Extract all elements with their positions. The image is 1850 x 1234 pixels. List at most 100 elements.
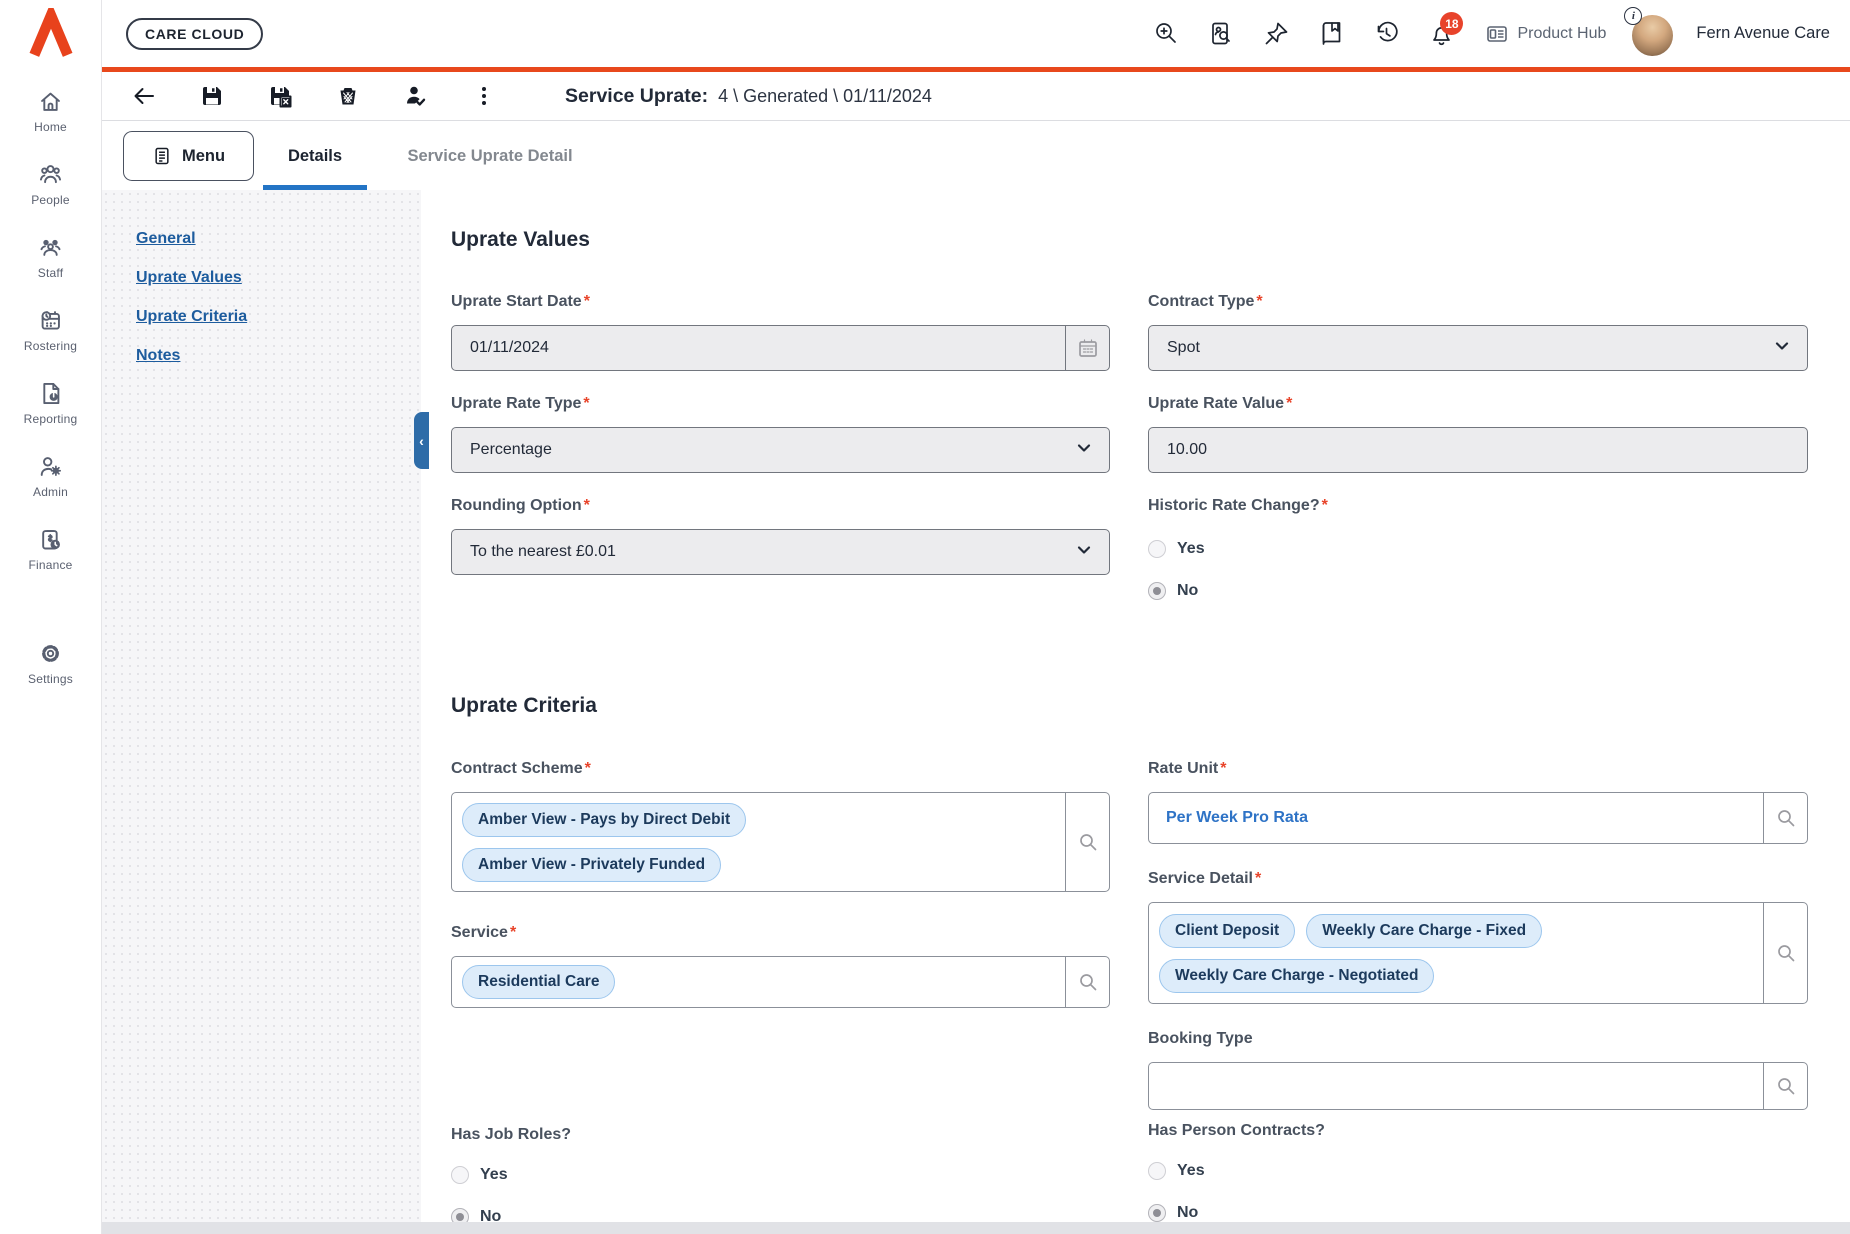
uprate-rate-value-input[interactable]: 10.00: [1148, 427, 1808, 473]
info-icon[interactable]: i: [1624, 7, 1642, 25]
bookmark-book-icon[interactable]: [1318, 20, 1345, 47]
rounding-option-label: Rounding Option*: [451, 497, 590, 515]
tab-service-uprate-detail[interactable]: Service Uprate Detail: [395, 122, 585, 190]
content-area: General Uprate Values Uprate Criteria No…: [102, 190, 1850, 1234]
service-detail-label: Service Detail*: [1148, 870, 1261, 888]
account-name[interactable]: Fern Avenue Care: [1696, 24, 1830, 43]
sidebar-item-finance[interactable]: Finance: [0, 526, 101, 572]
subnav-link-uprate-criteria[interactable]: Uprate Criteria: [136, 308, 247, 325]
has-job-roles-yes-option[interactable]: Yes: [451, 1166, 508, 1184]
booking-type-lookup[interactable]: [1148, 1062, 1808, 1110]
sidebar-item-label: Finance: [28, 558, 72, 572]
chip[interactable]: Weekly Care Charge - Fixed: [1306, 914, 1542, 948]
sidebar-item-people[interactable]: People: [0, 161, 101, 207]
radio-unselected[interactable]: [451, 1166, 469, 1184]
contract-scheme-chips: Amber View - Pays by Direct Debit Amber …: [452, 794, 800, 891]
sidebar-item-rostering[interactable]: Rostering: [0, 307, 101, 353]
lookup-search-button[interactable]: [1065, 957, 1109, 1007]
section-links: General Uprate Values Uprate Criteria No…: [136, 230, 247, 386]
zoom-in-icon[interactable]: [1153, 20, 1180, 47]
contract-type-label: Contract Type*: [1148, 293, 1263, 311]
radio-selected[interactable]: [1148, 1204, 1166, 1222]
section-subnav-panel: General Uprate Values Uprate Criteria No…: [102, 190, 421, 1234]
subnav-link-notes[interactable]: Notes: [136, 347, 180, 364]
reporting-icon: [37, 380, 64, 407]
menu-list-icon: [152, 146, 172, 166]
lookup-search-button[interactable]: [1065, 793, 1109, 891]
sidebar-item-admin[interactable]: Admin: [0, 453, 101, 499]
chevron-down-icon: [1774, 338, 1790, 359]
finance-icon: [37, 526, 64, 553]
uprate-start-date-field[interactable]: 01/11/2024: [451, 325, 1110, 371]
historic-rate-change-label: Historic Rate Change?*: [1148, 497, 1328, 515]
section-title-uprate-values: Uprate Values: [451, 228, 590, 252]
horizontal-scrollbar[interactable]: [102, 1222, 1850, 1234]
has-person-contracts-label: Has Person Contracts?: [1148, 1122, 1325, 1140]
contract-scheme-lookup[interactable]: Amber View - Pays by Direct Debit Amber …: [451, 792, 1110, 892]
product-hub-icon: [1485, 22, 1509, 46]
lookup-search-button[interactable]: [1763, 1063, 1807, 1109]
historic-rate-change-yes-option[interactable]: Yes: [1148, 540, 1205, 558]
radio-unselected[interactable]: [1148, 1162, 1166, 1180]
radio-selected[interactable]: [1148, 582, 1166, 600]
subnav-link-general[interactable]: General: [136, 230, 196, 247]
uprate-rate-type-value: Percentage: [452, 441, 552, 459]
pin-icon[interactable]: [1263, 20, 1290, 47]
collapse-panel-handle[interactable]: ‹: [414, 412, 429, 469]
chip[interactable]: Amber View - Pays by Direct Debit: [462, 803, 746, 837]
service-label: Service*: [451, 924, 516, 942]
historic-rate-change-no-option[interactable]: No: [1148, 582, 1198, 600]
sidebar-item-staff[interactable]: Staff: [0, 234, 101, 280]
chip[interactable]: Residential Care: [462, 965, 615, 999]
sidebar-item-settings[interactable]: Settings: [0, 640, 101, 686]
save-close-button[interactable]: [267, 83, 293, 109]
record-search-icon[interactable]: [1208, 20, 1235, 47]
subnav-link-uprate-values[interactable]: Uprate Values: [136, 269, 242, 286]
assign-person-button[interactable]: [403, 83, 429, 109]
sidebar-item-home[interactable]: Home: [0, 88, 101, 134]
app-window: Home People Staff Rostering Reporting Ad…: [0, 0, 1850, 1234]
save-button[interactable]: [199, 83, 225, 109]
rate-unit-value[interactable]: Per Week Pro Rata: [1149, 809, 1308, 827]
notification-badge: 18: [1440, 12, 1463, 35]
rate-unit-lookup[interactable]: Per Week Pro Rata: [1148, 792, 1808, 844]
back-button[interactable]: [131, 83, 157, 109]
top-bar: CARE CLOUD 18: [102, 0, 1850, 67]
search-icon: [1775, 1075, 1797, 1097]
menu-button[interactable]: Menu: [123, 131, 254, 181]
record-toolbar: Service Uprate: 4 \ Generated \ 01/11/20…: [102, 72, 1850, 121]
more-options-button[interactable]: [471, 83, 497, 109]
uprate-rate-type-select[interactable]: Percentage: [451, 427, 1110, 473]
has-person-contracts-yes-option[interactable]: Yes: [1148, 1162, 1205, 1180]
calendar-picker-button[interactable]: [1065, 326, 1109, 370]
lookup-search-button[interactable]: [1763, 793, 1807, 843]
rounding-option-select[interactable]: To the nearest £0.01: [451, 529, 1110, 575]
history-icon[interactable]: [1373, 20, 1400, 47]
delete-button[interactable]: [335, 83, 361, 109]
chip[interactable]: Client Deposit: [1159, 914, 1295, 948]
has-person-contracts-no-option[interactable]: No: [1148, 1204, 1198, 1222]
tab-details[interactable]: Details: [263, 122, 367, 190]
service-detail-chips: Client Deposit Weekly Care Charge - Fixe…: [1149, 905, 1807, 1002]
lookup-search-button[interactable]: [1763, 903, 1807, 1003]
sidebar-item-label: Reporting: [24, 412, 78, 426]
contract-type-value: Spot: [1149, 339, 1200, 357]
chip[interactable]: Weekly Care Charge - Negotiated: [1159, 959, 1434, 993]
calendar-icon: [1077, 337, 1099, 359]
menu-button-label: Menu: [182, 147, 225, 166]
user-avatar-wrap: i: [1632, 11, 1674, 57]
service-detail-lookup[interactable]: Client Deposit Weekly Care Charge - Fixe…: [1148, 902, 1808, 1004]
contract-type-select[interactable]: Spot: [1148, 325, 1808, 371]
product-hub-label: Product Hub: [1517, 25, 1606, 43]
service-lookup[interactable]: Residential Care: [451, 956, 1110, 1008]
sidebar-item-reporting[interactable]: Reporting: [0, 380, 101, 426]
notifications-bell-icon[interactable]: 18: [1428, 20, 1455, 47]
admin-icon: [37, 453, 64, 480]
brand-pill[interactable]: CARE CLOUD: [126, 18, 263, 50]
chip[interactable]: Amber View - Privately Funded: [462, 848, 721, 882]
chevron-down-icon: [1076, 542, 1092, 563]
company-logo-icon[interactable]: [26, 8, 76, 58]
product-hub-button[interactable]: Product Hub: [1485, 22, 1606, 46]
uprate-rate-value-value: 10.00: [1149, 441, 1207, 459]
radio-unselected[interactable]: [1148, 540, 1166, 558]
